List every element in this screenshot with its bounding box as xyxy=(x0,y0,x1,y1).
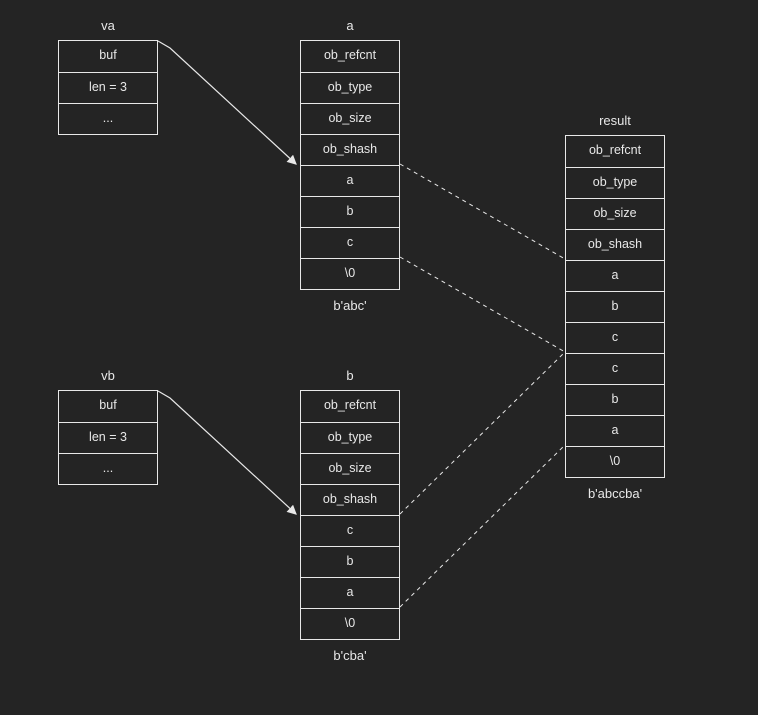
struct-vb: buf len = 3 ... xyxy=(58,390,158,485)
b-cell: c xyxy=(301,515,399,546)
struct-result: ob_refcnt ob_type ob_size ob_shash a b c… xyxy=(565,135,665,478)
result-cell: ob_type xyxy=(566,167,664,198)
b-cell: a xyxy=(301,577,399,608)
a-label: a xyxy=(300,18,400,33)
b-cell: ob_size xyxy=(301,453,399,484)
result-cell: ob_size xyxy=(566,198,664,229)
a-cell: ob_shash xyxy=(301,134,399,165)
result-cell: \0 xyxy=(566,446,664,477)
b-cell: ob_shash xyxy=(301,484,399,515)
b-cell: \0 xyxy=(301,608,399,639)
b-cell: ob_type xyxy=(301,422,399,453)
a-cell: \0 xyxy=(301,258,399,289)
result-cell: b xyxy=(566,384,664,415)
a-cell: a xyxy=(301,165,399,196)
arrow-vb-to-b xyxy=(158,391,296,514)
result-cell: a xyxy=(566,415,664,446)
vb-cell: ... xyxy=(59,453,157,484)
result-cell: c xyxy=(566,322,664,353)
result-cell: ob_refcnt xyxy=(566,136,664,167)
result-label: result xyxy=(565,113,665,128)
a-cell: ob_size xyxy=(301,103,399,134)
result-cell: a xyxy=(566,260,664,291)
va-cell: buf xyxy=(59,41,157,72)
b-label: b xyxy=(300,368,400,383)
va-cell: len = 3 xyxy=(59,72,157,103)
dashed-a-bottom xyxy=(400,257,565,352)
a-cell: b xyxy=(301,196,399,227)
result-cell: c xyxy=(566,353,664,384)
dashed-b-bottom xyxy=(400,445,565,607)
b-cell: b xyxy=(301,546,399,577)
a-cell: ob_refcnt xyxy=(301,41,399,72)
struct-b: ob_refcnt ob_type ob_size ob_shash c b a… xyxy=(300,390,400,640)
b-caption: b'cba' xyxy=(300,648,400,663)
va-cell: ... xyxy=(59,103,157,134)
result-caption: b'abccba' xyxy=(565,486,665,501)
vb-label: vb xyxy=(58,368,158,383)
struct-a: ob_refcnt ob_type ob_size ob_shash a b c… xyxy=(300,40,400,290)
arrow-va-to-a xyxy=(158,41,296,164)
va-label: va xyxy=(58,18,158,33)
a-cell: ob_type xyxy=(301,72,399,103)
result-cell: ob_shash xyxy=(566,229,664,260)
vb-cell: buf xyxy=(59,391,157,422)
dashed-a-top xyxy=(400,164,565,259)
result-cell: b xyxy=(566,291,664,322)
struct-va: buf len = 3 ... xyxy=(58,40,158,135)
vb-cell: len = 3 xyxy=(59,422,157,453)
a-caption: b'abc' xyxy=(300,298,400,313)
dashed-b-top xyxy=(400,352,565,514)
a-cell: c xyxy=(301,227,399,258)
b-cell: ob_refcnt xyxy=(301,391,399,422)
